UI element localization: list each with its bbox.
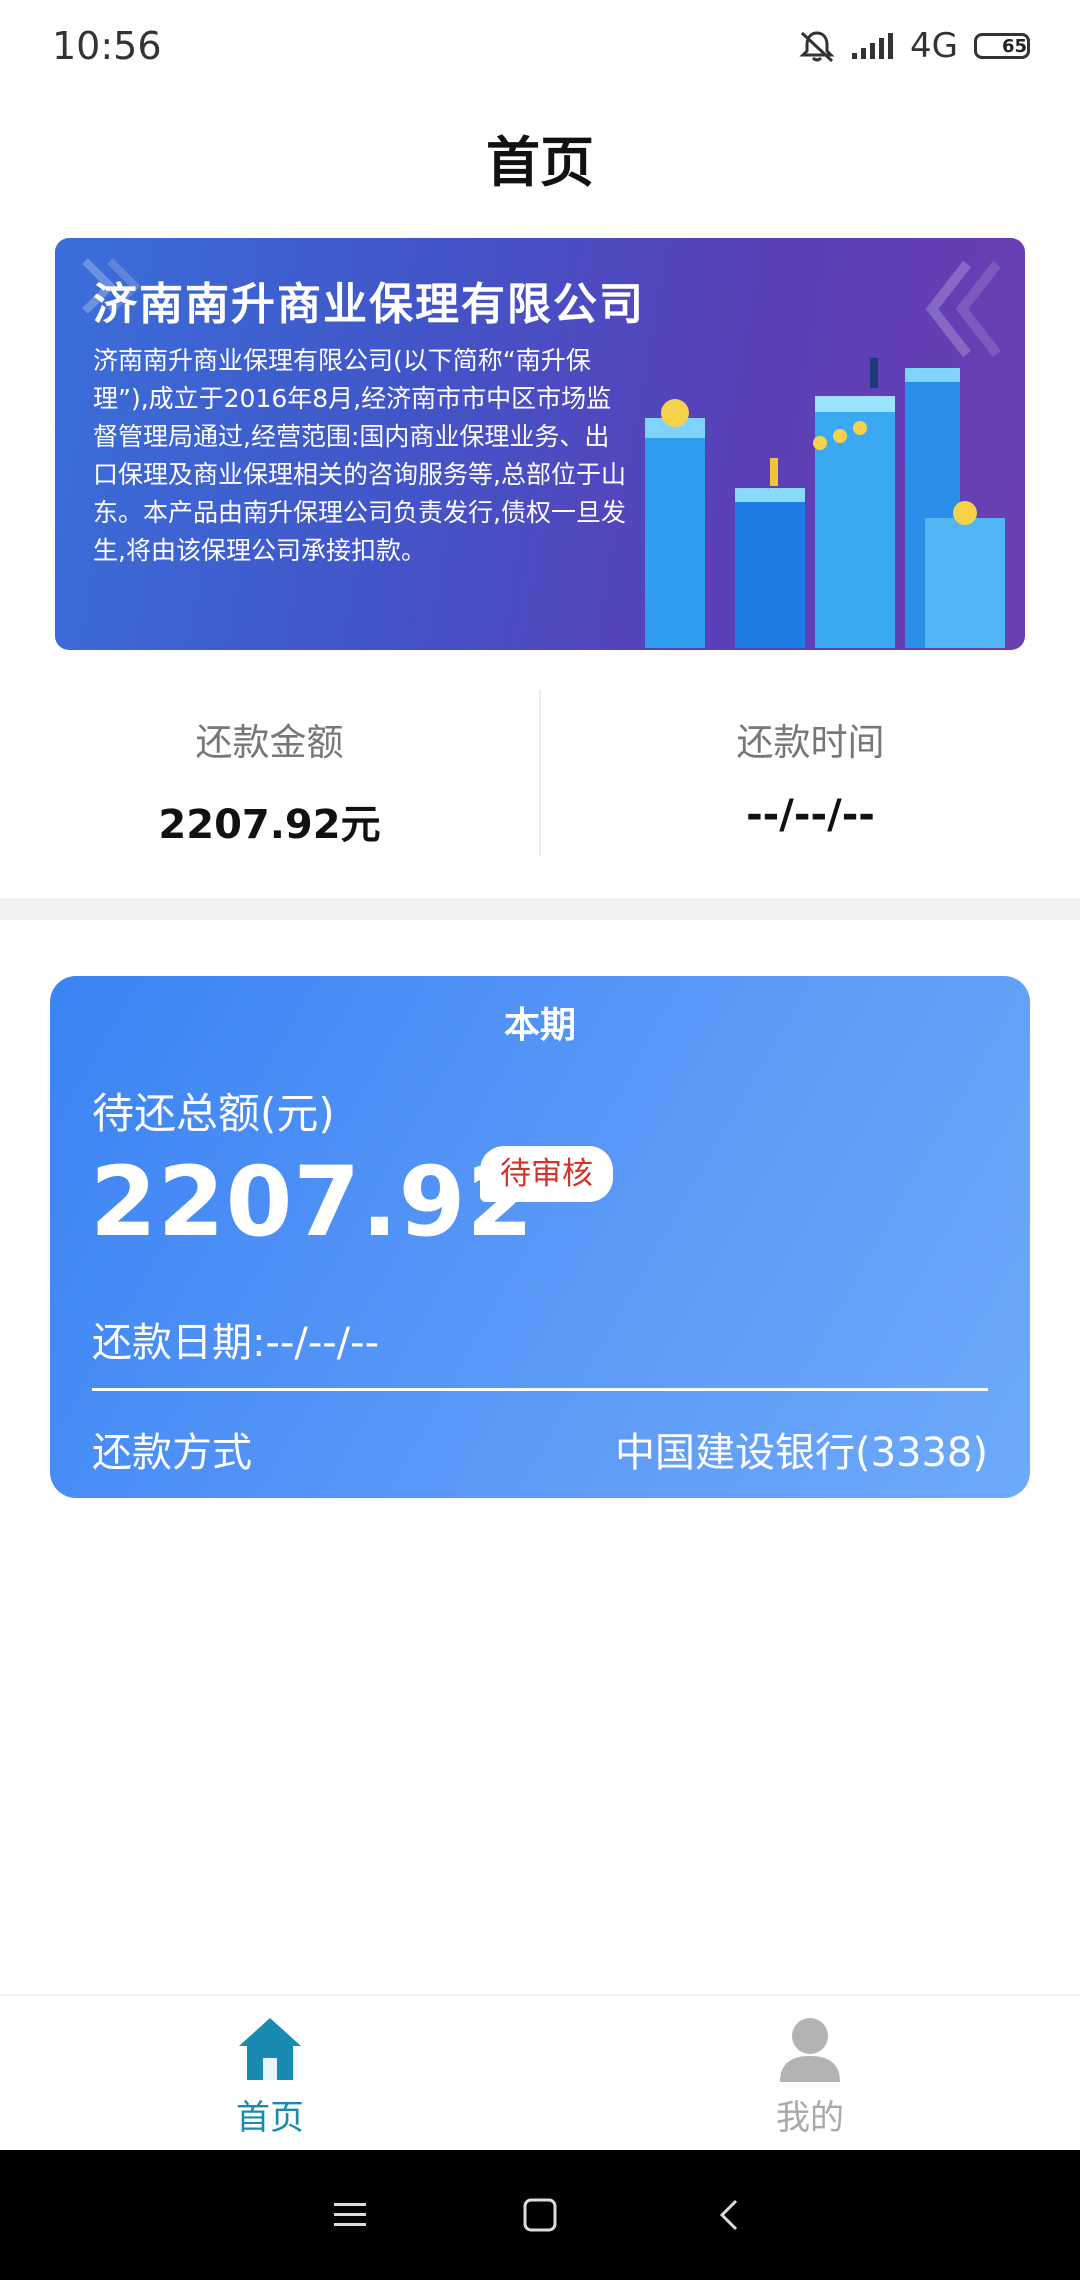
status-time: 10:56 xyxy=(52,24,162,68)
battery-icon: 65 xyxy=(974,33,1030,59)
divider xyxy=(92,1388,988,1391)
network-type: 4G xyxy=(910,26,958,66)
repayment-time-block: 还款时间 --/--/-- xyxy=(541,690,1080,860)
nav-item-home[interactable]: 首页 xyxy=(0,1996,540,2150)
total-due-amount: 2207.92 xyxy=(90,1146,535,1258)
repayment-amount-value: 2207.92元 xyxy=(158,802,381,848)
user-icon xyxy=(780,2018,840,2082)
page-title: 首页 xyxy=(486,131,594,194)
mute-bell-icon xyxy=(798,29,836,63)
banner-title: 济南南升商业保理有限公司 xyxy=(93,279,645,330)
repayment-amount-label: 还款金额 xyxy=(195,721,344,764)
home-square-icon[interactable] xyxy=(520,2195,560,2235)
menu-icon[interactable] xyxy=(330,2198,370,2232)
status-badge: 待审核 xyxy=(480,1146,613,1202)
bottom-nav: 首页 我的 xyxy=(0,1994,1080,2150)
payment-method-label: 还款方式 xyxy=(92,1430,252,1476)
system-nav-bar xyxy=(0,2150,1080,2280)
banner-description: 济南南升商业保理有限公司(以下简称“南升保理”),成立于2016年8月,经济南市… xyxy=(93,346,626,565)
due-date: 还款日期:--/--/-- xyxy=(92,1320,380,1366)
repayment-time-label: 还款时间 xyxy=(736,721,885,764)
home-icon xyxy=(239,2018,301,2080)
company-banner[interactable]: 济南南升商业保理有限公司 济南南升商业保理有限公司(以下简称“南升保理”),成立… xyxy=(55,238,1025,650)
status-bar: 10:56 4G 65 xyxy=(0,0,1080,92)
section-separator xyxy=(0,898,1080,920)
city-buildings-illustration xyxy=(645,358,1005,648)
status-icons: 4G 65 xyxy=(798,26,1030,66)
signal-icon xyxy=(852,31,894,61)
nav-label-home: 首页 xyxy=(236,2098,304,2138)
repayment-time-value: --/--/-- xyxy=(746,792,875,838)
card-title: 本期 xyxy=(503,1005,576,1046)
battery-level: 65 xyxy=(1001,35,1027,57)
repayment-summary: 还款金额 2207.92元 还款时间 --/--/-- xyxy=(0,690,1080,860)
back-icon[interactable] xyxy=(710,2195,750,2235)
total-due-label: 待还总额(元) xyxy=(92,1089,335,1138)
nav-label-mine: 我的 xyxy=(776,2098,844,2138)
current-period-card[interactable]: 本期 待还总额(元) 2207.92 待审核 还款日期:--/--/-- 还款方… xyxy=(50,976,1030,1498)
repayment-amount-block: 还款金额 2207.92元 xyxy=(0,690,539,860)
payment-method-value[interactable]: 中国建设银行(3338) xyxy=(615,1420,988,1478)
nav-item-mine[interactable]: 我的 xyxy=(540,1996,1080,2150)
